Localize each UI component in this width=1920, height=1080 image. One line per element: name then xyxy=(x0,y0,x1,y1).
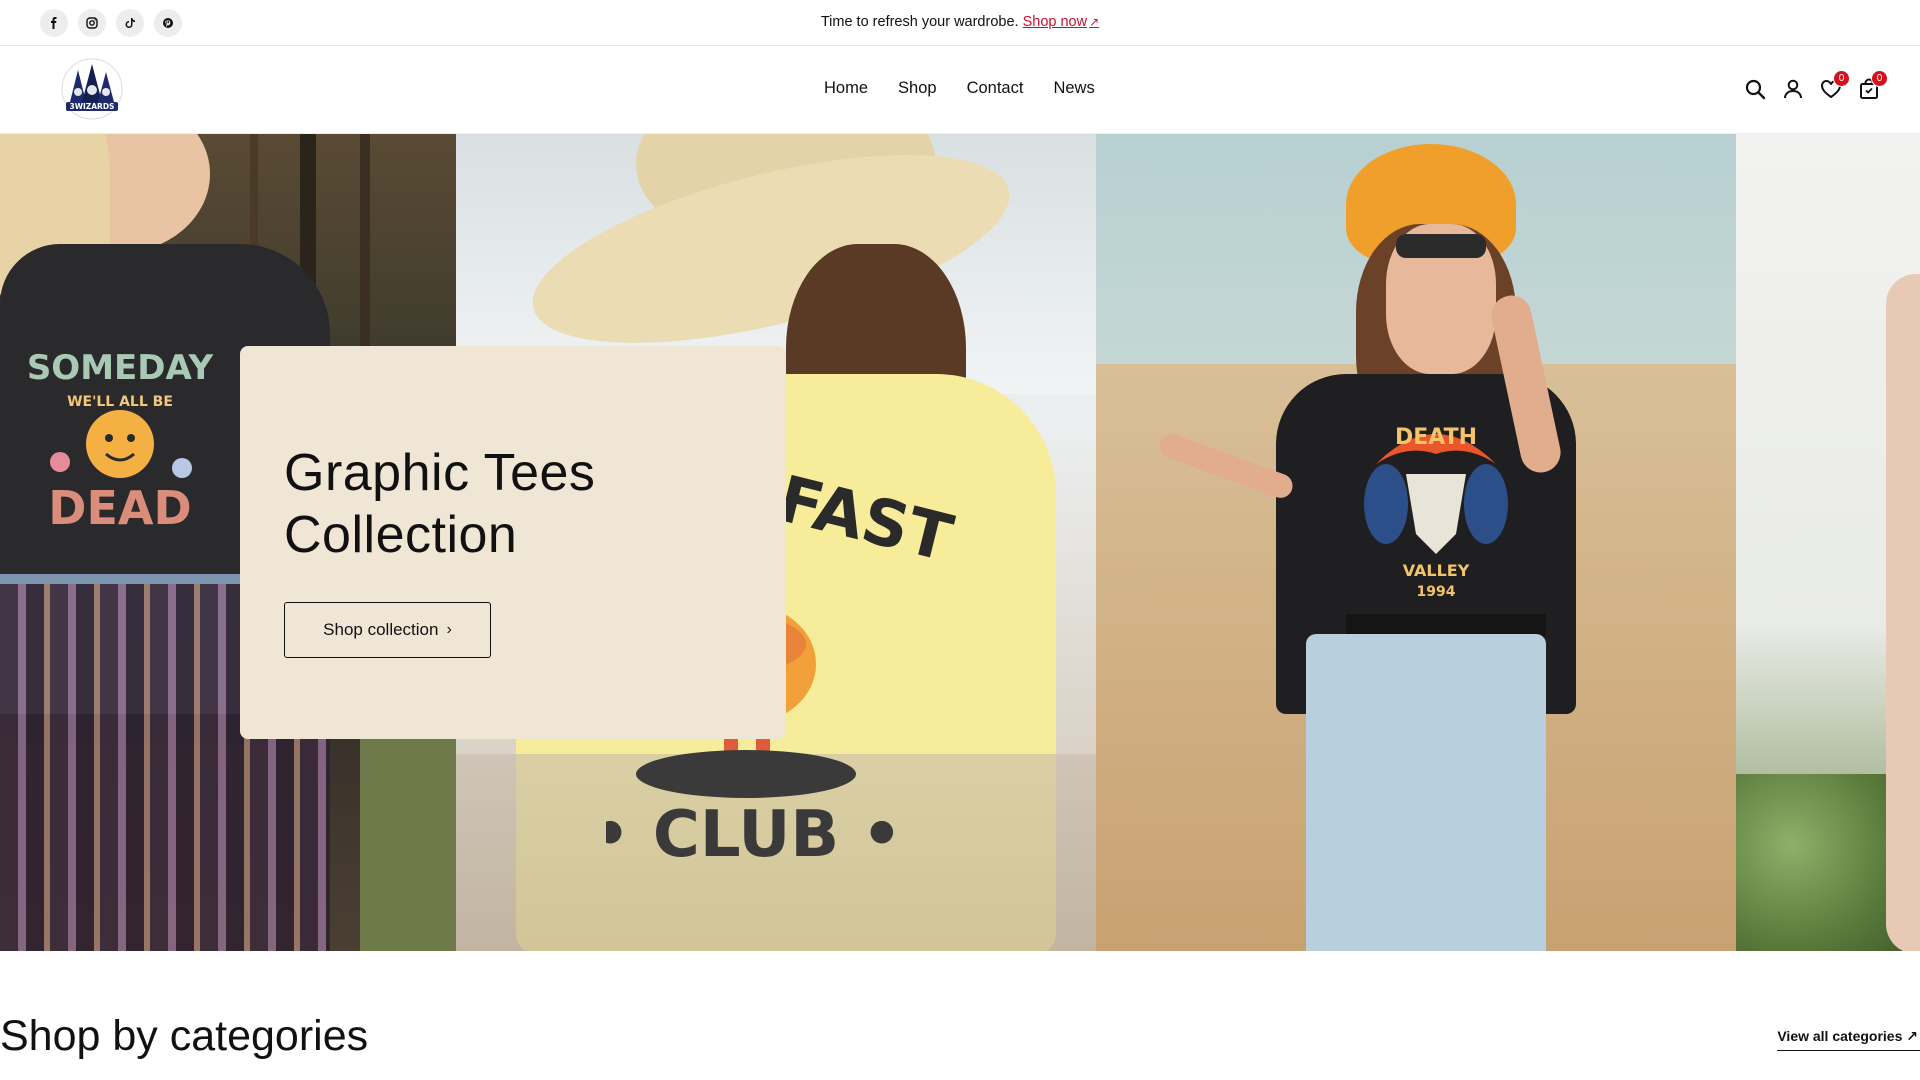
arrow-up-right-icon: ↗ xyxy=(1089,15,1100,29)
main-nav: Home Shop Contact News xyxy=(824,79,1095,98)
nav-news[interactable]: News xyxy=(1053,79,1094,98)
account-icon[interactable] xyxy=(1782,78,1804,100)
view-all-label: View all categories xyxy=(1777,1028,1903,1044)
shop-collection-label: Shop collection xyxy=(323,620,439,639)
shop-now-label: Shop now xyxy=(1022,14,1088,30)
announcement-message: Time to refresh your wardrobe. xyxy=(820,14,1023,30)
chevron-right-icon: › xyxy=(446,621,452,638)
svg-text:WE'LL ALL BE: WE'LL ALL BE xyxy=(67,394,173,410)
svg-text:SOMEDAY: SOMEDAY xyxy=(27,348,214,388)
hero-banner: SOMEDAY WE'LL ALL BE DEAD AFAST • CLUB • xyxy=(0,134,1920,951)
logo-wordmark: 3WIZARDS xyxy=(70,102,115,111)
nav-home[interactable]: Home xyxy=(824,79,868,98)
hero-title: Graphic Tees Collection xyxy=(284,444,596,564)
hero-card: Graphic Tees Collection Shop collection … xyxy=(240,346,786,739)
brand-logo[interactable]: 3WIZARDS xyxy=(60,58,124,120)
nav-contact[interactable]: Contact xyxy=(967,79,1024,98)
search-icon[interactable] xyxy=(1744,78,1766,100)
shop-now-link[interactable]: Shop now ↗ xyxy=(1023,14,1100,30)
hero-image-3: DEATH VALLEY 1994 xyxy=(1096,134,1736,951)
nav-shop[interactable]: Shop xyxy=(898,79,937,98)
svg-text:DEATH: DEATH xyxy=(1395,425,1477,450)
header-icons: 0 0 xyxy=(1744,70,1888,100)
svg-text:• CLUB •: • CLUB • xyxy=(606,798,902,872)
announcement-text: Time to refresh your wardrobe. Shop now ↗ xyxy=(0,14,1920,30)
svg-text:1994: 1994 xyxy=(1417,584,1456,600)
categories-heading: Shop by categories xyxy=(0,1012,369,1060)
cart-button[interactable]: 0 xyxy=(1858,70,1888,100)
hero-image-4 xyxy=(1736,134,1920,951)
svg-text:VALLEY: VALLEY xyxy=(1403,561,1470,580)
view-all-categories-link[interactable]: View all categories ↗ xyxy=(1777,1028,1920,1051)
svg-text:DEAD: DEAD xyxy=(48,481,191,535)
wishlist-count-badge: 0 xyxy=(1833,70,1850,87)
announcement-bar: Time to refresh your wardrobe. Shop now ↗ xyxy=(0,0,1920,46)
shop-collection-button[interactable]: Shop collection › xyxy=(284,602,491,658)
site-header: 3WIZARDS Home Shop Contact News 0 0 xyxy=(0,46,1920,134)
wishlist-button[interactable]: 0 xyxy=(1820,70,1850,100)
arrow-up-right-icon: ↗ xyxy=(1906,1028,1918,1044)
cart-count-badge: 0 xyxy=(1871,70,1888,87)
